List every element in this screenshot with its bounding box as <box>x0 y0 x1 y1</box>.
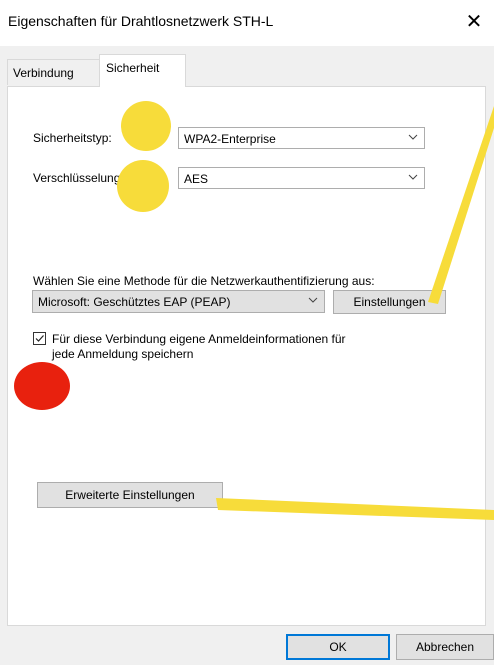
advanced-settings-button[interactable]: Erweiterte Einstellungen <box>37 482 223 508</box>
auth-method-value: Microsoft: Geschütztes EAP (PEAP) <box>38 295 231 309</box>
encryption-type-value: AES <box>184 172 209 186</box>
close-icon: ✕ <box>465 11 483 33</box>
wireless-properties-dialog: Eigenschaften für Drahtlosnetzwerk STH-L… <box>0 0 494 665</box>
close-button[interactable]: ✕ <box>454 8 494 36</box>
tab-verbindung-label: Verbindung <box>13 66 74 80</box>
chevron-down-icon <box>408 174 418 180</box>
remember-credentials-label-line2: jede Anmeldung speichern <box>52 347 194 361</box>
chevron-down-icon <box>308 297 318 303</box>
window-title: Eigenschaften für Drahtlosnetzwerk STH-L <box>8 13 274 29</box>
chevron-down-icon <box>408 134 418 140</box>
auth-method-label: Wählen Sie eine Methode für die Netzwerk… <box>33 274 375 288</box>
security-type-select[interactable]: WPA2-Enterprise <box>178 127 425 149</box>
remember-credentials-label-line1: Für diese Verbindung eigene Anmeldeinfor… <box>52 332 346 346</box>
encryption-type-select[interactable]: AES <box>178 167 425 189</box>
tab-sicherheit[interactable]: Sicherheit <box>99 54 186 87</box>
red-annotation-marker <box>14 362 70 410</box>
cancel-button[interactable]: Abbrechen <box>396 634 494 660</box>
tab-verbindung[interactable]: Verbindung <box>7 59 100 85</box>
security-type-label: Sicherheitstyp: <box>33 131 112 145</box>
security-type-value: WPA2-Enterprise <box>184 132 276 146</box>
auth-settings-button-label: Einstellungen <box>353 295 426 309</box>
auth-settings-button[interactable]: Einstellungen <box>333 290 446 314</box>
yellow-annotation-marker <box>117 160 169 212</box>
advanced-settings-button-label: Erweiterte Einstellungen <box>65 488 195 502</box>
cancel-button-label: Abbrechen <box>415 640 475 654</box>
yellow-annotation-marker <box>121 101 171 151</box>
checkmark-icon <box>35 335 44 342</box>
title-bar: Eigenschaften für Drahtlosnetzwerk STH-L… <box>0 0 494 46</box>
ok-button[interactable]: OK <box>286 634 390 660</box>
ok-button-label: OK <box>329 640 347 654</box>
remember-credentials-checkbox[interactable] <box>33 332 46 345</box>
auth-method-select[interactable]: Microsoft: Geschütztes EAP (PEAP) <box>32 290 325 313</box>
tab-sicherheit-label: Sicherheit <box>106 61 160 75</box>
